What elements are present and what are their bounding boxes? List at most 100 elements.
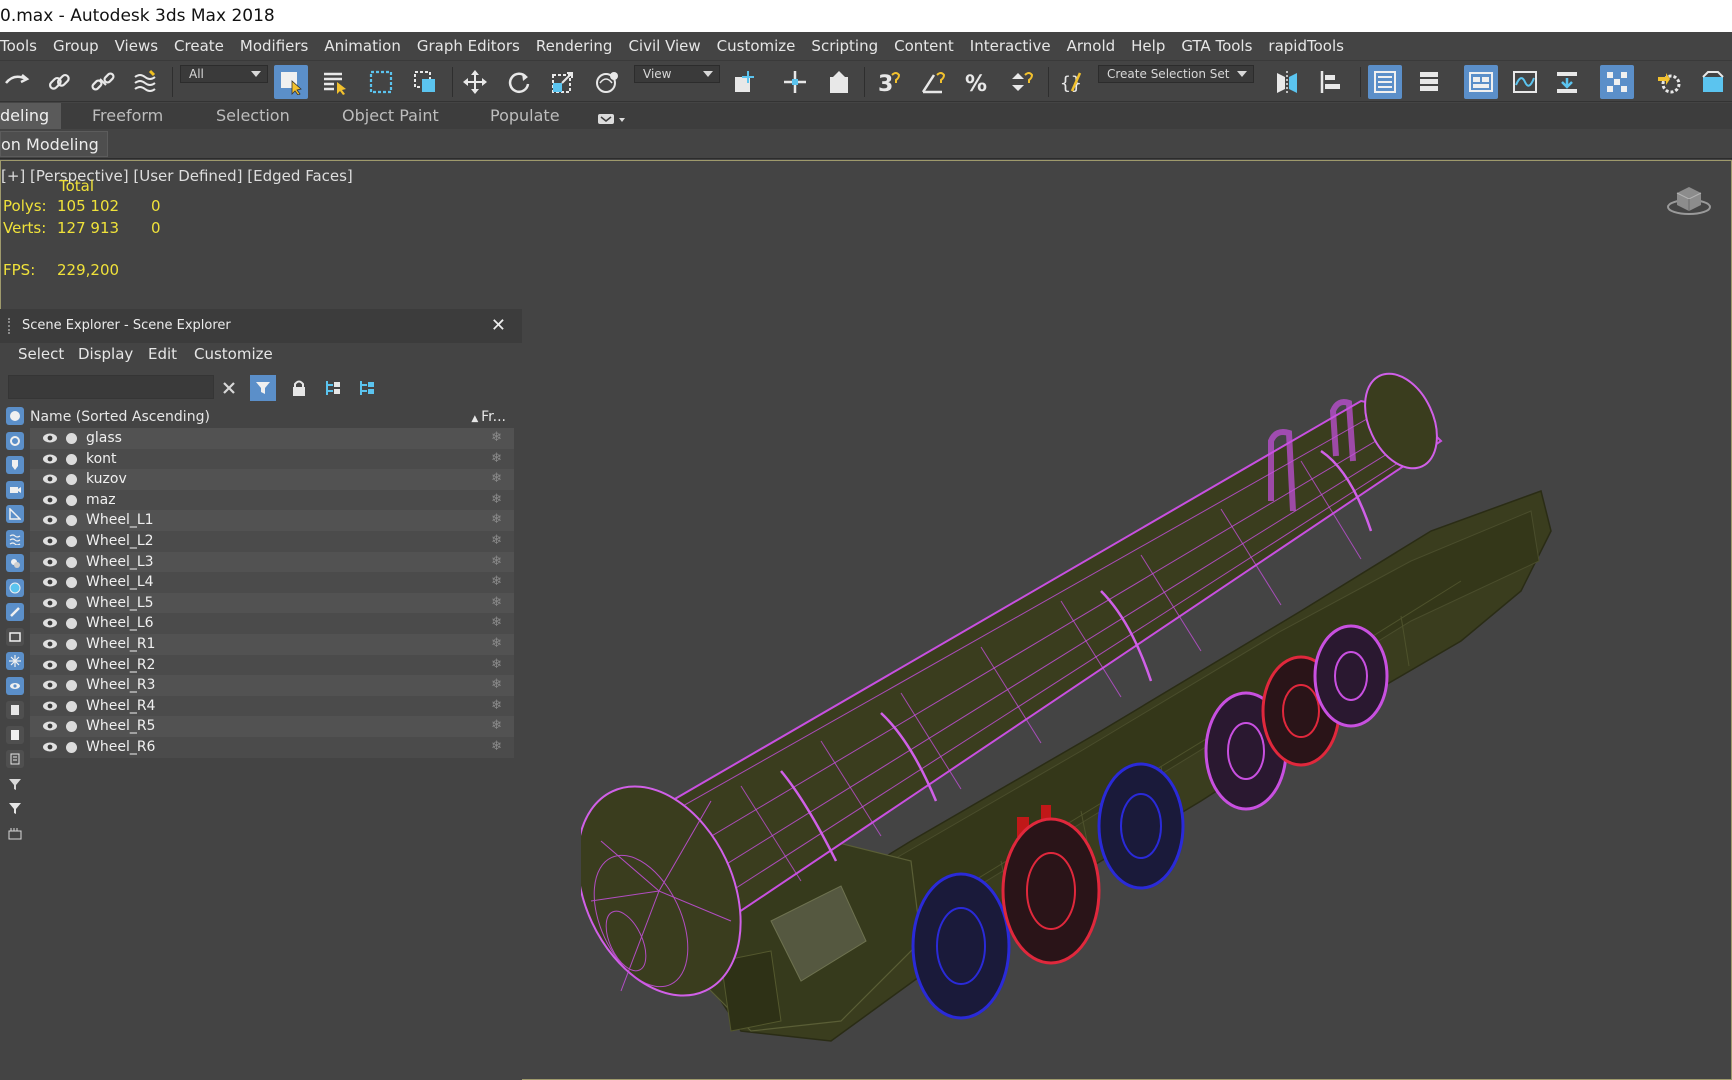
visibility-eye-icon[interactable]	[42, 431, 58, 445]
unlink-selection-icon[interactable]	[86, 65, 120, 99]
display-bones-icon[interactable]	[6, 603, 24, 621]
close-icon[interactable]: ✕	[491, 309, 506, 343]
named-selection-set-dropdown[interactable]: Create Selection Set	[1098, 65, 1254, 83]
filter-settings-icon[interactable]	[6, 799, 24, 817]
freeze-toggle-icon[interactable]: ❄	[491, 716, 502, 736]
viewport-label[interactable]: [+] [Perspective] [User Defined] [Edged …	[1, 167, 353, 185]
snaps-toggle-icon[interactable]: 3	[872, 65, 906, 99]
select-and-manipulate-icon[interactable]	[778, 65, 812, 99]
menu-modifiers[interactable]: Modifiers	[232, 32, 316, 60]
keyboard-shortcut-override-icon[interactable]	[822, 65, 856, 99]
scene-tree-header[interactable]: Name (Sorted Ascending) ▲ Fr...	[30, 407, 514, 427]
visibility-eye-icon[interactable]	[42, 678, 58, 692]
clear-search-icon[interactable]	[216, 375, 242, 401]
object-name[interactable]: Wheel_R6	[86, 737, 155, 757]
tab-object-paint[interactable]: Object Paint	[342, 103, 439, 129]
select-object-icon[interactable]	[274, 65, 308, 99]
scene-object-row[interactable]: Wheel_R5 ❄	[30, 716, 514, 737]
object-name[interactable]: Wheel_R2	[86, 655, 155, 675]
select-and-rotate-icon[interactable]	[502, 65, 536, 99]
menu-create[interactable]: Create	[166, 32, 232, 60]
align-icon[interactable]	[1314, 65, 1348, 99]
tab-populate[interactable]: Populate	[490, 103, 560, 129]
object-name[interactable]: Wheel_R1	[86, 634, 155, 654]
toggle-layer-explorer-icon[interactable]	[1412, 65, 1446, 99]
polygon-modeling-panel[interactable]: on Modeling	[0, 131, 108, 157]
visibility-eye-icon[interactable]	[42, 658, 58, 672]
edit-named-selection-sets-icon[interactable]: {}	[1056, 65, 1090, 99]
scene-object-row[interactable]: Wheel_L1 ❄	[30, 510, 514, 531]
bind-to-space-warp-icon[interactable]	[128, 65, 162, 99]
freeze-toggle-icon[interactable]: ❄	[491, 531, 502, 551]
freeze-toggle-icon[interactable]: ❄	[491, 552, 502, 572]
display-shapes-icon[interactable]	[6, 431, 24, 450]
rectangular-selection-region-icon[interactable]	[364, 65, 398, 99]
freeze-toggle-icon[interactable]: ❄	[491, 469, 502, 489]
scene-object-row[interactable]: Wheel_L3 ❄	[30, 551, 514, 573]
freeze-toggle-icon[interactable]: ❄	[491, 696, 502, 716]
toggle-scene-explorer-icon[interactable]	[1368, 65, 1402, 99]
object-name[interactable]: Wheel_L2	[86, 531, 154, 551]
scene-object-row[interactable]: Wheel_R6 ❄	[30, 736, 514, 758]
object-name[interactable]: maz	[86, 490, 116, 510]
object-name[interactable]: Wheel_R5	[86, 716, 155, 736]
display-helpers-icon[interactable]	[6, 505, 24, 523]
menu-help[interactable]: Help	[1123, 32, 1173, 60]
display-all-icon[interactable]	[6, 701, 24, 719]
visibility-eye-icon[interactable]	[42, 513, 58, 527]
menu-gta-tools[interactable]: GTA Tools	[1173, 32, 1260, 60]
visibility-eye-icon[interactable]	[42, 452, 58, 466]
visibility-eye-icon[interactable]	[42, 534, 58, 548]
visibility-eye-icon[interactable]	[42, 575, 58, 589]
freeze-toggle-icon[interactable]: ❄	[491, 572, 502, 592]
selection-filter-dropdown[interactable]: All	[180, 65, 268, 83]
display-groups-icon[interactable]	[6, 554, 24, 572]
menu-group[interactable]: Group	[45, 32, 107, 60]
explorer-menu-select[interactable]: Select	[18, 345, 64, 363]
mirror-icon[interactable]	[1270, 65, 1304, 99]
display-cameras-icon[interactable]	[6, 480, 24, 499]
reference-coordinate-dropdown[interactable]: View	[634, 65, 720, 83]
visibility-eye-icon[interactable]	[42, 616, 58, 630]
freeze-toggle-icon[interactable]: ❄	[491, 449, 502, 469]
lock-icon[interactable]	[286, 375, 312, 401]
menu-rapidtools[interactable]: rapidTools	[1260, 32, 1352, 60]
material-editor-icon[interactable]	[1600, 65, 1634, 99]
menu-civil-view[interactable]: Civil View	[620, 32, 708, 60]
missile-launcher-model[interactable]	[581, 261, 1581, 1061]
object-name[interactable]: kont	[86, 449, 117, 469]
expand-all-icon[interactable]	[320, 375, 346, 401]
display-containers-icon[interactable]	[6, 627, 24, 646]
menu-arnold[interactable]: Arnold	[1059, 32, 1124, 60]
visibility-eye-icon[interactable]	[42, 740, 58, 754]
object-name[interactable]: Wheel_L3	[86, 552, 154, 572]
object-name[interactable]: Wheel_L4	[86, 572, 154, 592]
scene-object-row[interactable]: Wheel_L6 ❄	[30, 613, 514, 634]
freeze-toggle-icon[interactable]: ❄	[491, 655, 502, 675]
menu-interactive[interactable]: Interactive	[962, 32, 1059, 60]
object-name[interactable]: Wheel_R4	[86, 696, 155, 716]
toggle-ribbon-icon[interactable]	[1464, 65, 1498, 99]
freeze-toggle-icon[interactable]: ❄	[491, 634, 502, 654]
menu-customize[interactable]: Customize	[709, 32, 804, 60]
visibility-eye-icon[interactable]	[42, 719, 58, 733]
frozen-column-header[interactable]: ▲ Fr...	[471, 407, 506, 429]
object-name[interactable]: Wheel_L6	[86, 613, 154, 633]
use-pivot-point-center-icon[interactable]	[728, 65, 762, 99]
select-and-place-icon[interactable]	[590, 65, 624, 99]
scene-object-row[interactable]: Wheel_L5 ❄	[30, 592, 514, 614]
schematic-view-icon[interactable]	[1550, 65, 1584, 99]
object-name[interactable]: Wheel_R3	[86, 675, 155, 695]
scene-object-row[interactable]: Wheel_R2 ❄	[30, 654, 514, 676]
select-and-scale-icon[interactable]	[546, 65, 580, 99]
tab-freeform[interactable]: Freeform	[92, 103, 163, 129]
object-name[interactable]: glass	[86, 428, 122, 448]
name-column-header[interactable]: Name (Sorted Ascending)	[30, 409, 210, 425]
explorer-search-input[interactable]	[8, 375, 214, 399]
scene-object-row[interactable]: Wheel_R4 ❄	[30, 695, 514, 717]
object-name[interactable]: kuzov	[86, 469, 127, 489]
explorer-menu-customize[interactable]: Customize	[194, 345, 273, 363]
visibility-eye-icon[interactable]	[42, 472, 58, 486]
display-frozen-icon[interactable]	[6, 652, 24, 670]
scene-object-row[interactable]: Wheel_R3 ❄	[30, 675, 514, 696]
